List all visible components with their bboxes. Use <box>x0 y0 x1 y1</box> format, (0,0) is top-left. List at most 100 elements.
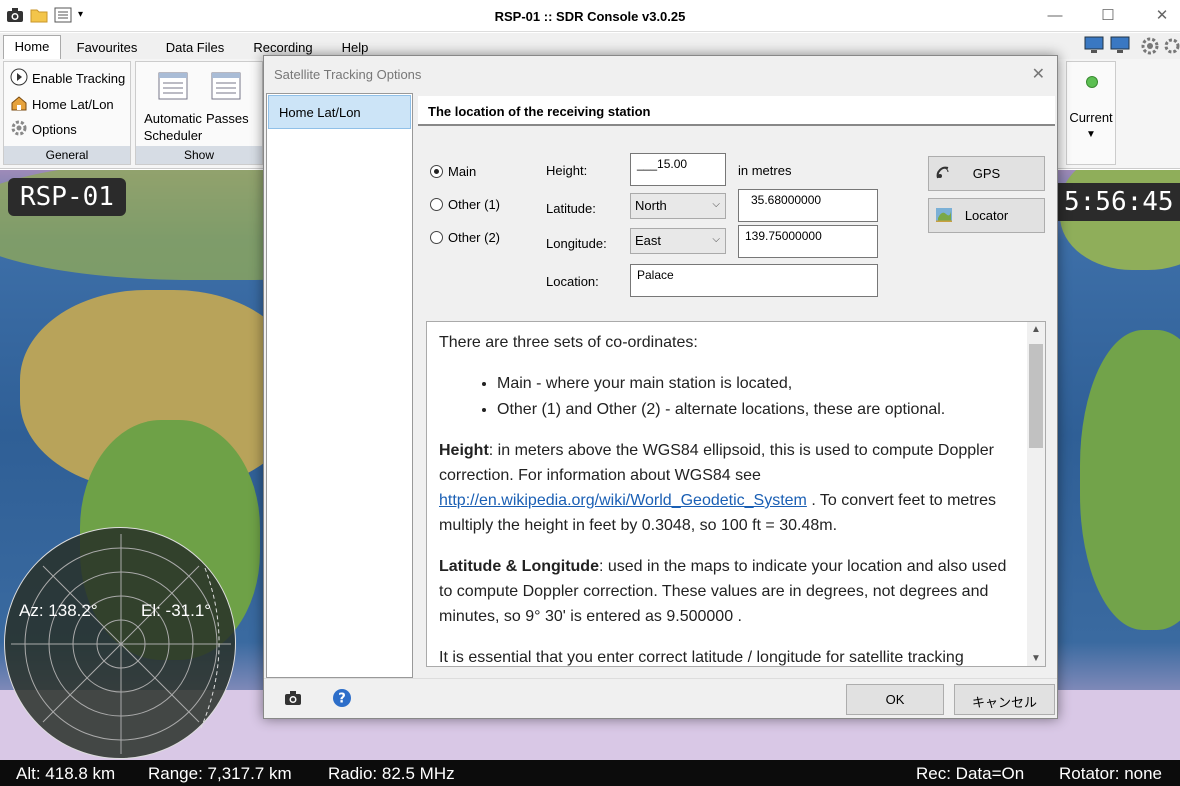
minimize-button[interactable]: — <box>1040 6 1070 26</box>
status-range: Range: 7,317.7 km <box>148 764 292 783</box>
help-icon[interactable]: ? <box>332 688 352 711</box>
ok-button[interactable]: OK <box>846 684 944 715</box>
status-bar: Alt: 418.8 km Range: 7,317.7 km Radio: 8… <box>0 760 1180 786</box>
current-label: Current <box>1069 110 1113 125</box>
ribbon-group-general: Enable Tracking Home Lat/Lon Options Gen… <box>3 61 131 165</box>
status-rotator: Rotator: none <box>1059 764 1163 783</box>
close-icon: ✕ <box>1031 66 1045 83</box>
ribbon-group-show: Automatic Scheduler Passes Show <box>135 61 263 165</box>
chevron-down-icon: ⌵ <box>712 234 720 245</box>
automatic-label: Automatic <box>144 111 202 126</box>
scheduler-label: Scheduler <box>143 128 203 143</box>
scheduler-icon <box>158 72 188 104</box>
longitude-hemisphere-select[interactable]: East ⌵ <box>630 228 726 254</box>
locator-button[interactable]: Locator <box>928 198 1045 233</box>
status-radio: Radio: 82.5 MHz <box>328 764 455 783</box>
dialog-title: Satellite Tracking Options <box>274 67 422 82</box>
radio-other-1-indicator <box>430 198 443 211</box>
automatic-scheduler-button[interactable]: Automatic Scheduler <box>142 72 204 144</box>
close-button[interactable]: ✕ <box>1147 6 1177 26</box>
cog-icon <box>10 119 28 140</box>
scroll-up-icon[interactable]: ▲ <box>1031 324 1041 335</box>
help-intro: There are three sets of co-ordinates: <box>439 334 698 351</box>
help-bullet: Other (1) and Other (2) - alternate loca… <box>497 397 1024 422</box>
passes-label: Passes <box>206 111 249 126</box>
radio-main-indicator <box>430 165 443 178</box>
home-icon <box>10 94 28 115</box>
longitude-label: Longitude: <box>546 236 607 251</box>
chevron-down-icon: ⌵ <box>712 199 720 210</box>
satellite-dish-icon <box>935 165 951 184</box>
map-icon <box>936 208 952 225</box>
azimuth-readout: Az: 138.2° <box>19 601 98 620</box>
panel-header: The location of the receiving station <box>418 96 1055 126</box>
wgs84-link[interactable]: http://en.wikipedia.org/wiki/World_Geode… <box>439 492 807 509</box>
ribbon-group-show-label: Show <box>136 146 262 164</box>
radio-other-2-indicator <box>430 231 443 244</box>
help-content: There are three sets of co-ordinates: Ma… <box>439 330 1024 666</box>
locator-label: Locator <box>964 208 1009 223</box>
current-button[interactable]: Current ▼ <box>1067 109 1115 143</box>
passes-button[interactable]: Passes <box>206 72 249 127</box>
chevron-down-icon: ▼ <box>1086 129 1096 140</box>
home-lat-lon-label: Home Lat/Lon <box>32 97 114 112</box>
longitude-input[interactable]: 139.75000000 <box>738 225 878 258</box>
satellite-tracking-options-dialog: Satellite Tracking Options ✕ Home Lat/Lo… <box>263 55 1058 719</box>
nav-item-home-lat-lon[interactable]: Home Lat/Lon <box>268 95 411 129</box>
scroll-thumb[interactable] <box>1029 344 1043 448</box>
radio-other-1[interactable]: Other (1) <box>430 197 500 212</box>
height-label: Height: <box>546 163 588 178</box>
land-south-america <box>1080 330 1180 630</box>
tab-favourites[interactable]: Favourites <box>70 37 144 59</box>
dialog-close-button[interactable]: ✕ <box>1032 64 1045 84</box>
latitude-label: Latitude: <box>546 201 596 216</box>
latitude-hemisphere-select[interactable]: North ⌵ <box>630 193 726 219</box>
latitude-hemisphere-value: North <box>635 198 667 213</box>
play-icon <box>10 68 28 89</box>
radio-main[interactable]: Main <box>430 164 476 179</box>
maximize-button[interactable]: ☐ <box>1093 6 1123 26</box>
gps-label: GPS <box>972 166 1001 181</box>
screenshot-camera-icon[interactable] <box>284 690 302 709</box>
help-latlon-paragraph: Latitude & Longitude: used in the maps t… <box>439 554 1024 629</box>
status-led <box>1086 76 1098 88</box>
ribbon-group-current: Current ▼ <box>1066 61 1116 165</box>
cancel-button[interactable]: キャンセル <box>954 684 1055 715</box>
enable-tracking-button[interactable]: Enable Tracking <box>10 68 125 89</box>
gps-button[interactable]: GPS <box>928 156 1045 191</box>
radio-other-2[interactable]: Other (2) <box>430 230 500 245</box>
help-height-term: Height <box>439 442 489 459</box>
help-height-text: : in meters above the WGS84 ellipsoid, t… <box>439 442 994 484</box>
help-cutoff-paragraph: It is essential that you enter correct l… <box>439 649 964 666</box>
location-label: Location: <box>546 274 599 289</box>
dialog-footer: ? OK キャンセル <box>264 678 1057 718</box>
home-lat-lon-button[interactable]: Home Lat/Lon <box>10 94 114 115</box>
help-bullet-list: Main - where your main station is locate… <box>497 371 1024 422</box>
longitude-hemisphere-value: East <box>635 233 662 248</box>
station-badge: RSP-01 <box>8 178 126 216</box>
location-input[interactable]: Palace <box>630 264 878 297</box>
monitor-alt-icon[interactable] <box>1110 36 1130 57</box>
status-altitude: Alt: 418.8 km <box>16 764 116 783</box>
help-scrollbar[interactable]: ▲ ▼ <box>1027 322 1045 666</box>
tab-data-files[interactable]: Data Files <box>158 37 232 59</box>
help-bullet: Main - where your main station is locate… <box>497 371 1024 396</box>
gear-small-icon[interactable] <box>1164 36 1180 59</box>
tab-home[interactable]: Home <box>3 35 61 59</box>
title-bar: ▾ RSP-01 :: SDR Console v3.0.25 — ☐ ✕ <box>0 0 1180 32</box>
scroll-down-icon[interactable]: ▼ <box>1031 653 1041 664</box>
polar-plot: Az: 138.2° El: -31.1° <box>4 527 236 759</box>
radio-other-1-label: Other (1) <box>448 197 501 212</box>
enable-tracking-label: Enable Tracking <box>32 71 126 86</box>
options-button[interactable]: Options <box>10 119 77 140</box>
elevation-readout: El: -31.1° <box>141 601 212 620</box>
height-input[interactable]: ___15.00 <box>630 153 726 186</box>
app-title: RSP-01 :: SDR Console v3.0.25 <box>494 9 686 24</box>
status-recording: Rec: Data=On <box>916 764 1025 783</box>
latitude-input[interactable]: 35.68000000 <box>738 189 878 222</box>
gear-icon[interactable] <box>1140 36 1160 59</box>
help-panel[interactable]: There are three sets of co-ordinates: Ma… <box>426 321 1046 667</box>
passes-icon <box>211 72 241 104</box>
help-latlon-term: Latitude & Longitude <box>439 558 599 575</box>
monitor-icon[interactable] <box>1084 36 1104 57</box>
